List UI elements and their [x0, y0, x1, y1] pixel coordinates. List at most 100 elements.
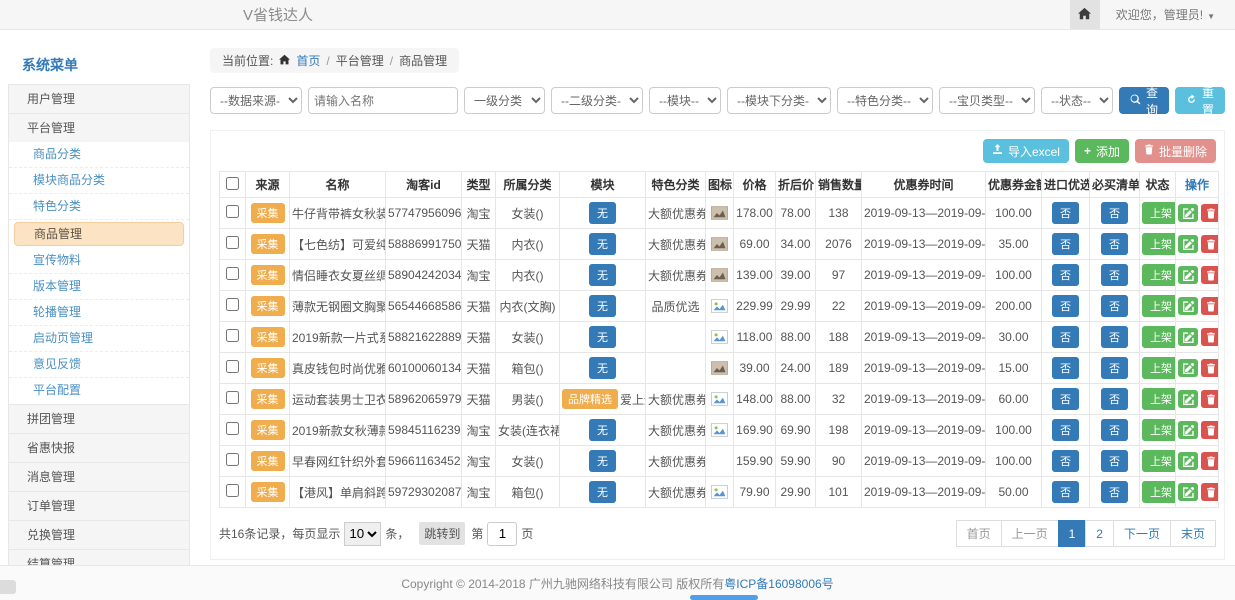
page-number-input[interactable]: [487, 522, 517, 546]
must-buy-toggle[interactable]: 否: [1101, 388, 1128, 410]
import-select-toggle[interactable]: 否: [1052, 450, 1079, 472]
import-select-toggle[interactable]: 否: [1052, 388, 1079, 410]
edit-button[interactable]: [1178, 359, 1198, 377]
batch-delete-button[interactable]: 批量删除: [1135, 139, 1216, 163]
module-badge[interactable]: 无: [589, 295, 616, 317]
sidebar-item-group[interactable]: 兑换管理: [8, 520, 190, 550]
edit-button[interactable]: [1178, 235, 1198, 253]
add-button[interactable]: + 添加: [1075, 139, 1129, 163]
sidebar-item-group[interactable]: 订单管理: [8, 491, 190, 521]
edit-button[interactable]: [1178, 483, 1198, 501]
pager-button[interactable]: 下一页: [1113, 520, 1171, 547]
icp-link[interactable]: 粤ICP备16098006号: [724, 575, 833, 592]
status-select[interactable]: --状态--: [1041, 87, 1113, 114]
must-buy-toggle[interactable]: 否: [1101, 419, 1128, 441]
delete-button[interactable]: [1201, 266, 1219, 284]
sidebar-subitem[interactable]: 轮播管理: [9, 300, 189, 326]
row-checkbox[interactable]: [226, 391, 239, 404]
sidebar-item-group[interactable]: 结算管理: [8, 549, 190, 565]
must-buy-toggle[interactable]: 否: [1101, 481, 1128, 503]
must-buy-toggle[interactable]: 否: [1101, 295, 1128, 317]
sidebar-subitem[interactable]: 模块商品分类: [9, 168, 189, 194]
module-badge[interactable]: 无: [589, 264, 616, 286]
delete-button[interactable]: [1201, 204, 1219, 222]
delete-button[interactable]: [1201, 235, 1219, 253]
pager-button[interactable]: 上一页: [1001, 520, 1059, 547]
data-source-select[interactable]: --数据来源--: [210, 87, 302, 114]
horizontal-scrollbar-thumb[interactable]: [690, 595, 758, 600]
import-select-toggle[interactable]: 否: [1052, 357, 1079, 379]
sidebar-subitem[interactable]: 平台配置: [9, 378, 189, 404]
row-checkbox[interactable]: [226, 298, 239, 311]
delete-button[interactable]: [1201, 483, 1219, 501]
delete-button[interactable]: [1201, 421, 1219, 439]
sidebar-item-group[interactable]: 拼团管理: [8, 404, 190, 434]
status-toggle[interactable]: 上架: [1142, 264, 1176, 286]
module-badge[interactable]: 无: [589, 450, 616, 472]
import-excel-button[interactable]: 导入excel: [983, 139, 1069, 163]
row-checkbox[interactable]: [226, 205, 239, 218]
import-select-toggle[interactable]: 否: [1052, 202, 1079, 224]
pager-button[interactable]: 首页: [956, 520, 1002, 547]
must-buy-toggle[interactable]: 否: [1101, 357, 1128, 379]
delete-button[interactable]: [1201, 359, 1219, 377]
reset-button[interactable]: 重置: [1175, 87, 1225, 114]
module-sub-category-select[interactable]: --模块下分类--: [727, 87, 831, 114]
must-buy-toggle[interactable]: 否: [1101, 450, 1128, 472]
module-badge[interactable]: 无: [589, 233, 616, 255]
pager-button[interactable]: 2: [1085, 520, 1114, 547]
delete-button[interactable]: [1201, 452, 1219, 470]
sidebar-item-group[interactable]: 平台管理: [8, 113, 190, 143]
level2-category-select[interactable]: --二级分类--: [551, 87, 643, 114]
row-checkbox[interactable]: [226, 422, 239, 435]
import-select-toggle[interactable]: 否: [1052, 419, 1079, 441]
edit-button[interactable]: [1178, 452, 1198, 470]
edit-button[interactable]: [1178, 266, 1198, 284]
item-type-select[interactable]: --宝贝类型--: [939, 87, 1035, 114]
pager-button[interactable]: 末页: [1170, 520, 1216, 547]
sidebar-item-group[interactable]: 消息管理: [8, 462, 190, 492]
sidebar-subitem[interactable]: 版本管理: [9, 274, 189, 300]
must-buy-toggle[interactable]: 否: [1101, 326, 1128, 348]
module-badge[interactable]: 无: [589, 481, 616, 503]
delete-button[interactable]: [1201, 390, 1219, 408]
select-all-checkbox[interactable]: [226, 177, 239, 190]
module-badge[interactable]: 无: [589, 357, 616, 379]
must-buy-toggle[interactable]: 否: [1101, 202, 1128, 224]
edit-button[interactable]: [1178, 421, 1198, 439]
row-checkbox[interactable]: [226, 484, 239, 497]
status-toggle[interactable]: 上架: [1142, 326, 1176, 348]
edit-button[interactable]: [1178, 204, 1198, 222]
sidebar-subitem[interactable]: 特色分类: [9, 194, 189, 220]
user-menu[interactable]: 欢迎您，管理员!▼: [1116, 6, 1215, 23]
status-toggle[interactable]: 上架: [1142, 419, 1176, 441]
row-checkbox[interactable]: [226, 360, 239, 373]
status-toggle[interactable]: 上架: [1142, 295, 1176, 317]
sidebar-subitem[interactable]: 意见反馈: [9, 352, 189, 378]
per-page-select[interactable]: 10: [344, 522, 381, 546]
edit-button[interactable]: [1178, 390, 1198, 408]
module-badge[interactable]: 品牌精选: [562, 389, 618, 409]
status-toggle[interactable]: 上架: [1142, 233, 1176, 255]
must-buy-toggle[interactable]: 否: [1101, 264, 1128, 286]
sidebar-item-group[interactable]: 用户管理: [8, 84, 190, 114]
module-select[interactable]: --模块--: [649, 87, 721, 114]
delete-button[interactable]: [1201, 328, 1219, 346]
status-toggle[interactable]: 上架: [1142, 357, 1176, 379]
import-select-toggle[interactable]: 否: [1052, 295, 1079, 317]
pager-button[interactable]: 1: [1058, 520, 1087, 547]
name-input[interactable]: [308, 87, 458, 114]
import-select-toggle[interactable]: 否: [1052, 326, 1079, 348]
sidebar-subitem[interactable]: 启动页管理: [9, 326, 189, 352]
row-checkbox[interactable]: [226, 329, 239, 342]
status-toggle[interactable]: 上架: [1142, 481, 1176, 503]
status-toggle[interactable]: 上架: [1142, 388, 1176, 410]
sidebar-subitem[interactable]: 宣传物料: [9, 248, 189, 274]
import-select-toggle[interactable]: 否: [1052, 481, 1079, 503]
row-checkbox[interactable]: [226, 453, 239, 466]
sidebar-item-group[interactable]: 省惠快报: [8, 433, 190, 463]
module-badge[interactable]: 无: [589, 326, 616, 348]
home-button[interactable]: [1070, 0, 1100, 29]
import-select-toggle[interactable]: 否: [1052, 233, 1079, 255]
feature-category-select[interactable]: --特色分类--: [837, 87, 933, 114]
